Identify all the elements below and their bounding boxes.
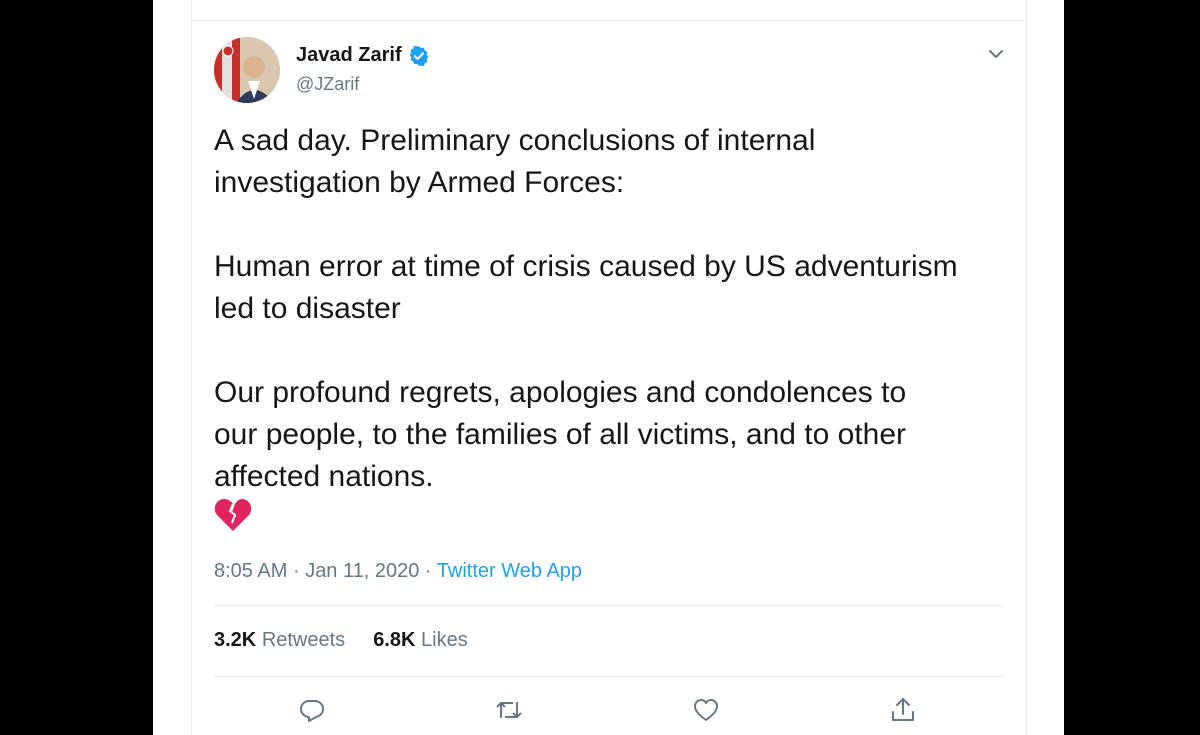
tweet-meta: 8:05 AM · Jan 11, 2020 · Twitter Web App [214,560,582,583]
retweets-count: 3.2K [214,629,257,651]
retweet-icon [496,702,522,718]
author-handle[interactable]: @JZarif [296,74,359,95]
share-icon [892,698,914,721]
like-button[interactable] [686,690,726,730]
author-name[interactable]: Javad Zarif [296,44,402,67]
tweet-card: Javad Zarif @JZarif A sad day. Prelimina… [191,0,1027,735]
share-button[interactable] [883,690,923,730]
tweet-line: our people, to the families of all victi… [214,418,907,451]
chevron-down-icon[interactable] [986,44,1006,64]
tweet-line: affected nations. [214,460,434,493]
heart-icon [694,699,718,721]
divider [214,676,1004,677]
separator: · [292,560,300,582]
retweets-label: Retweets [261,629,346,651]
divider [214,605,1004,606]
likes-count: 6.8K [373,629,416,651]
retweet-button[interactable] [489,690,529,730]
tweet-time[interactable]: 8:05 AM [214,560,287,582]
tweet-source-link[interactable]: Twitter Web App [437,560,582,582]
avatar[interactable] [214,37,280,103]
tweet-line: investigation by Armed Forces: [214,166,625,199]
broken-heart-emoji [214,499,252,531]
likes-stat[interactable]: 6.8K Likes [373,629,468,652]
tweet-line: led to disaster [214,292,401,325]
tweet-line: A sad day. Preliminary conclusions of in… [214,124,816,157]
separator: · [424,560,432,582]
tweet-line: Human error at time of crisis caused by … [214,250,958,283]
tweet-stats: 3.2K Retweets 6.8K Likes [214,629,468,652]
retweets-stat[interactable]: 3.2K Retweets [214,629,345,652]
tweet-date[interactable]: Jan 11, 2020 [305,560,419,582]
page: Javad Zarif @JZarif A sad day. Prelimina… [153,0,1064,735]
likes-label: Likes [421,629,468,651]
author-row: Javad Zarif [296,44,430,67]
tweet-actions [214,690,1004,730]
tweet-line: Our profound regrets, apologies and cond… [214,376,907,409]
reply-button[interactable] [292,690,332,730]
tweet-text: A sad day. Preliminary conclusions of in… [214,120,1014,498]
verified-badge-icon [409,45,428,66]
divider [192,20,1026,21]
reply-icon [300,700,324,722]
